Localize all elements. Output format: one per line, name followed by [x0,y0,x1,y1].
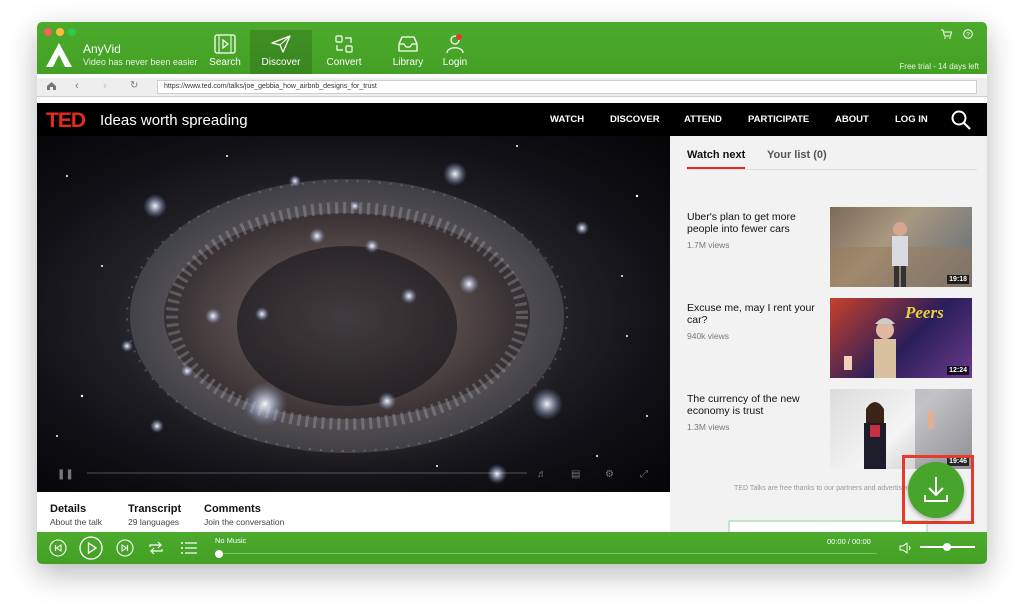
video-pause-icon[interactable]: ❚❚ [57,469,74,480]
active-tab-indicator [687,167,745,169]
svg-text:?: ? [966,31,970,38]
ted-tagline: Ideas worth spreading [100,112,248,129]
tab-transcript-title: Transcript [128,503,182,515]
tab-your-list[interactable]: Your list (0) [767,149,827,161]
app-tagline: Video has never been easier [83,57,198,67]
user-icon [446,34,464,54]
speaker-icon[interactable] [899,542,913,554]
video-player[interactable]: ❚❚ ♬ ▤ ⚙ ⤢ [37,136,670,492]
cart-icon[interactable] [941,29,953,42]
track-title: No Music [215,536,247,545]
talk-title: Uber's plan to get more people into fewe… [687,211,796,235]
ted-nav-about[interactable]: ABOUT [835,114,869,125]
reload-icon[interactable]: ↻ [130,80,138,91]
playback-time: 00:00 / 00:00 [827,537,871,546]
talk-thumbnail[interactable]: Peers 12:24 [830,298,972,378]
previous-track-icon[interactable] [49,539,67,557]
video-scrubber[interactable] [87,472,527,474]
captions-icon[interactable]: ▤ [571,469,580,480]
nav-label-convert: Convert [326,57,362,68]
volume-icon[interactable]: ♬ [537,469,547,480]
play-icon[interactable] [79,536,103,560]
talk-views: 1.3M views [687,422,730,432]
talk-details-tabs: Details About the talk Transcript 29 lan… [37,492,670,532]
talk-duration: 19:18 [947,275,969,284]
playback-progress-track[interactable] [217,553,877,554]
fullscreen-icon[interactable]: ⤢ [640,469,648,480]
settings-icon[interactable]: ⚙ [605,469,614,480]
nav-label-login: Login [442,57,468,68]
close-window-button[interactable] [44,28,52,36]
convert-icon [335,35,353,53]
inbox-icon [398,36,418,52]
talk-thumbnail[interactable]: 19:18 [830,207,972,287]
ted-nav-login[interactable]: LOG IN [895,114,928,125]
back-icon[interactable]: ‹ [75,80,79,92]
url-field[interactable]: https://www.ted.com/talks/joe_gebbia_how… [157,80,977,94]
watch-next-item[interactable]: Uber's plan to get more people into fewe… [687,207,977,287]
partners-text: TED Talks are free thanks to our partner… [734,485,912,492]
repeat-icon[interactable] [147,540,165,556]
home-icon[interactable] [46,81,57,94]
search-icon[interactable] [950,109,972,131]
paper-plane-icon [271,35,291,53]
talk-title: Excuse me, may I rent your car? [687,302,815,326]
ted-logo[interactable]: TED [46,109,86,133]
nav-label-discover: Discover [261,57,301,68]
help-icon[interactable]: ? [963,29,973,42]
film-icon [214,34,236,54]
download-icon [924,477,948,502]
tab-transcript[interactable]: Transcript 29 languages [128,503,181,527]
ted-nav-discover[interactable]: DISCOVER [610,114,660,125]
tab-watch-next[interactable]: Watch next [687,149,745,161]
forward-icon[interactable]: › [103,80,107,92]
tab-comments-sub: Join the conversation [204,517,285,527]
nav-tab-discover[interactable]: Discover [250,30,312,74]
nav-tab-convert[interactable]: Convert [313,30,375,74]
music-player-bar: No Music 00:00 / 00:00 [37,532,987,564]
ted-header: TED Ideas worth spreading WATCH DISCOVER… [37,103,987,136]
nav-label-search: Search [209,57,241,68]
talk-duration: 12:24 [947,366,969,375]
playlist-icon[interactable] [180,541,198,555]
tab-details-title: Details [50,503,87,515]
tab-comments-title: Comments [204,503,261,515]
nav-tab-login[interactable]: Login [424,30,486,74]
talk-views: 940k views [687,331,730,341]
thumbnail-peers-text: Peers [904,303,944,322]
tab-divider [687,169,977,170]
minimize-window-button[interactable] [56,28,64,36]
tab-comments[interactable]: Comments Join the conversation [204,503,284,527]
talk-views: 1.7M views [687,240,730,250]
tab-details-sub: About the talk [50,517,102,527]
nav-tab-search[interactable]: Search [194,30,256,74]
next-track-icon[interactable] [116,539,134,557]
app-name: AnyVid [83,42,121,56]
ted-nav-participate[interactable]: PARTICIPATE [748,114,809,125]
free-trial-text: Free trial - 14 days left [899,62,979,71]
volume-slider-knob[interactable] [943,543,951,551]
watch-next-item[interactable]: Excuse me, may I rent your car? 940k vie… [687,298,977,378]
zoom-window-button[interactable] [68,28,76,36]
browser-address-bar: ‹ › ↻ https://www.ted.com/talks/joe_gebb… [37,78,987,97]
app-toolbar: AnyVid Video has never been easier Searc… [37,22,987,74]
anyvid-logo-icon [46,43,72,67]
tab-details[interactable]: Details About the talk [50,503,102,527]
ted-nav-attend[interactable]: ATTEND [684,114,722,125]
video-frame-image [56,145,648,484]
playback-progress-knob[interactable] [215,550,223,558]
download-button[interactable] [908,462,964,518]
tab-transcript-sub: 29 languages [128,517,180,527]
app-window: AnyVid Video has never been easier Searc… [37,22,987,564]
talk-title: The currency of the new economy is trust [687,393,800,417]
ted-nav-watch[interactable]: WATCH [550,114,584,125]
